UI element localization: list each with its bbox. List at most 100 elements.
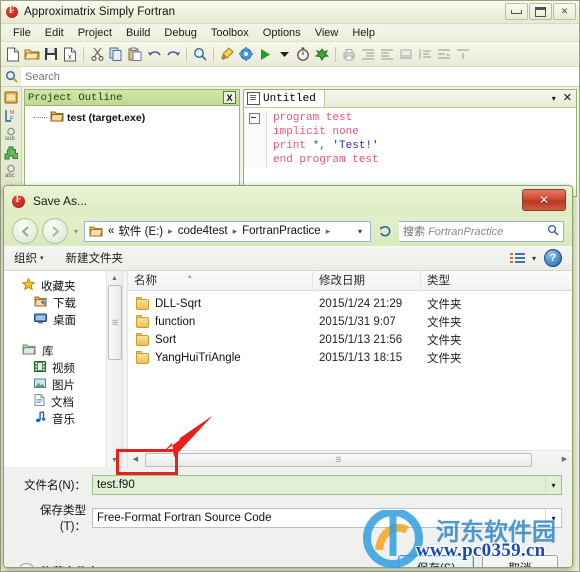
sidebar-item-label: 文档: [51, 396, 74, 409]
subroutine-icon[interactable]: sub: [3, 127, 19, 142]
scrollbar-thumb[interactable]: ☰: [145, 453, 533, 467]
cut-icon[interactable]: [88, 45, 106, 63]
run-dropdown-icon[interactable]: [275, 45, 293, 63]
find-icon[interactable]: [191, 45, 209, 63]
sidebar-item-pictures[interactable]: 图片: [4, 376, 122, 393]
file-list-horizontal-scrollbar[interactable]: ◀ ☰ ▶: [128, 450, 572, 467]
filename-value[interactable]: test.f90: [93, 479, 545, 491]
close-button[interactable]: ✕: [553, 3, 576, 20]
menu-file[interactable]: File: [6, 26, 38, 40]
wrap-icon[interactable]: [454, 45, 472, 63]
align-icon[interactable]: [416, 45, 434, 63]
editor-code-area[interactable]: program test implicit none print *, 'Tes…: [244, 108, 576, 167]
build-settings-icon[interactable]: [237, 45, 255, 63]
table-row[interactable]: Sort 2015/1/13 21:56 文件夹: [128, 331, 572, 349]
sidebar-item-desktop[interactable]: 桌面: [4, 311, 122, 328]
close-icon[interactable]: ✕: [563, 93, 572, 104]
menu-project[interactable]: Project: [71, 26, 119, 40]
search-input[interactable]: [21, 67, 579, 86]
hide-folders-label: 隐藏文件夹: [41, 564, 99, 568]
run-icon[interactable]: [256, 45, 274, 63]
scroll-down-icon[interactable]: ▼: [107, 453, 122, 467]
save-all-icon[interactable]: x: [61, 45, 79, 63]
column-header-type[interactable]: 类型: [421, 271, 572, 290]
column-header-date[interactable]: 修改日期: [313, 271, 421, 290]
undo-icon[interactable]: [145, 45, 163, 63]
recent-pages-icon[interactable]: ▾: [74, 227, 78, 236]
scroll-left-icon[interactable]: ◀: [128, 455, 143, 463]
table-row[interactable]: function 2015/1/31 9:07 文件夹: [128, 313, 572, 331]
breadcrumb-code4test[interactable]: code4test: [176, 225, 230, 237]
sidebar-scrollbar[interactable]: ▲ ☰ ▼: [106, 271, 122, 467]
format-icon[interactable]: [435, 45, 453, 63]
save-button[interactable]: 保存(S): [398, 555, 474, 567]
chevron-down-icon[interactable]: ▾: [545, 476, 561, 494]
chevron-down-icon[interactable]: ▾: [352, 227, 368, 236]
redo-icon[interactable]: [164, 45, 182, 63]
hide-folders-toggle[interactable]: ▴ 隐藏文件夹: [18, 563, 99, 568]
module-icon[interactable]: [3, 90, 19, 105]
search-box[interactable]: 搜索 FortranPractice: [399, 220, 564, 242]
sidebar-item-downloads[interactable]: 下载: [4, 294, 122, 311]
paste-icon[interactable]: [126, 45, 144, 63]
new-file-icon[interactable]: [4, 45, 22, 63]
menu-view[interactable]: View: [308, 26, 346, 40]
breadcrumb-fortranpractice[interactable]: FortranPractice: [240, 225, 323, 237]
scrollbar-thumb[interactable]: ☰: [108, 285, 122, 360]
file-tree-icon[interactable]: MF: [3, 109, 19, 124]
menu-options[interactable]: Options: [256, 26, 308, 40]
debug-bug-icon[interactable]: [313, 45, 331, 63]
view-list-icon[interactable]: [509, 252, 525, 264]
file-list-pane: 名称 ▴ 修改日期 类型 DLL-Sqrt 2015/1/24 21:29 文件…: [128, 271, 572, 467]
address-bar[interactable]: « 软件 (E:) ▸ code4test ▸ FortranPractice …: [84, 220, 371, 242]
minimize-button[interactable]: [505, 3, 528, 20]
refresh-icon[interactable]: [375, 221, 395, 242]
outdent-icon[interactable]: [378, 45, 396, 63]
copy-icon[interactable]: [107, 45, 125, 63]
chevron-down-icon[interactable]: ▾: [552, 94, 556, 103]
filetype-select[interactable]: Free-Format Fortran Source Code ▾: [92, 508, 562, 528]
column-header-name[interactable]: 名称 ▴: [128, 271, 313, 290]
table-row[interactable]: DLL-Sqrt 2015/1/24 21:29 文件夹: [128, 295, 572, 313]
save-icon[interactable]: [42, 45, 60, 63]
print-icon[interactable]: [340, 45, 358, 63]
breadcrumb-drive[interactable]: 软件 (E:): [116, 223, 165, 239]
menu-toolbox[interactable]: Toolbox: [204, 26, 256, 40]
clean-icon[interactable]: [218, 45, 236, 63]
dialog-close-button[interactable]: ✕: [522, 189, 566, 211]
plugin-icon[interactable]: [3, 146, 19, 161]
sidebar-item-documents[interactable]: 文档: [4, 393, 122, 410]
sidebar-group-favorites[interactable]: 收藏夹: [4, 276, 122, 294]
forward-arrow-icon[interactable]: [42, 218, 68, 244]
open-folder-icon[interactable]: [23, 45, 41, 63]
tab-untitled[interactable]: Untitled: [244, 90, 325, 107]
menu-debug[interactable]: Debug: [157, 26, 203, 40]
menu-edit[interactable]: Edit: [38, 26, 71, 40]
table-row[interactable]: YangHuiTriAngle 2015/1/13 18:15 文件夹: [128, 349, 572, 367]
cancel-button[interactable]: 取消: [482, 555, 558, 567]
tree-item-target[interactable]: test (target.exe): [33, 110, 239, 125]
scroll-up-icon[interactable]: ▲: [107, 271, 122, 285]
menu-help[interactable]: Help: [345, 26, 382, 40]
sidebar-item-music[interactable]: 音乐: [4, 410, 122, 427]
abc-icon[interactable]: abc: [3, 164, 19, 179]
menu-build[interactable]: Build: [119, 26, 157, 40]
stopwatch-icon[interactable]: [294, 45, 312, 63]
sidebar-item-videos[interactable]: 视频: [4, 359, 122, 376]
scroll-right-icon[interactable]: ▶: [557, 455, 572, 463]
new-folder-button[interactable]: 新建文件夹: [66, 250, 124, 266]
maximize-button[interactable]: [529, 3, 552, 20]
help-icon[interactable]: ?: [544, 249, 562, 267]
filename-field[interactable]: test.f90 ▾: [92, 475, 562, 495]
fold-toggle-icon[interactable]: [249, 113, 260, 124]
chevron-down-icon[interactable]: ▾: [532, 254, 536, 263]
organize-button[interactable]: 组织 ▾: [14, 250, 44, 266]
back-arrow-icon[interactable]: [12, 218, 38, 244]
indent-icon[interactable]: [359, 45, 377, 63]
scrollbar-track[interactable]: ☰: [143, 452, 557, 467]
breadcrumb-root[interactable]: «: [106, 225, 116, 237]
close-icon[interactable]: X: [223, 91, 236, 104]
comment-icon[interactable]: [397, 45, 415, 63]
chevron-down-icon[interactable]: ▾: [545, 509, 561, 527]
sidebar-group-libraries[interactable]: 库: [4, 342, 122, 359]
